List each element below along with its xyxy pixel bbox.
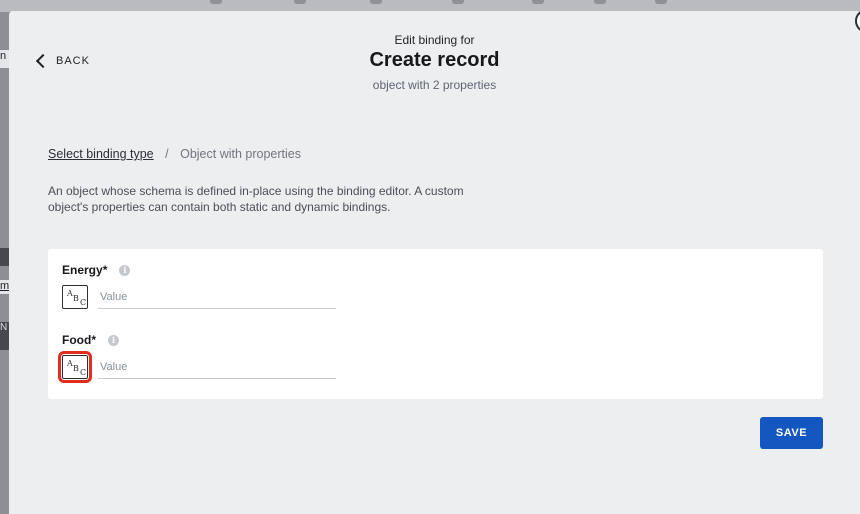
field-food: Food * i ABC [58,333,336,383]
modal-header: Edit binding for Create record object wi… [9,33,860,92]
modal-pretitle: Edit binding for [394,33,475,47]
edit-binding-modal: ✕ BACK Edit binding for Create record ob… [9,9,860,514]
abc-text-type-icon[interactable]: ABC [62,285,88,309]
breadcrumb: Select binding type / Object with proper… [48,147,301,161]
breadcrumb-separator: / [165,147,169,161]
info-icon[interactable]: i [108,334,119,346]
binding-description: An object whose schema is defined in-pla… [48,184,464,214]
abc-text-type-icon[interactable]: ABC [58,351,92,383]
breadcrumb-current: Object with properties [180,147,301,161]
required-mark: * [102,263,108,277]
field-row: ABC [58,351,336,383]
close-button[interactable]: ✕ [855,9,860,33]
energy-value-input[interactable] [98,285,336,309]
field-row: ABC [62,285,336,309]
required-mark: * [91,333,96,347]
modal-title: Create record [369,49,500,71]
food-value-input[interactable] [98,355,336,379]
properties-card: Energy* i ABC Food* i ABC [48,249,823,399]
info-icon[interactable]: i [119,264,131,276]
field-energy: Energy * i ABC [62,263,336,309]
save-button[interactable]: SAVE [760,417,823,449]
field-label-text: Energy [62,263,103,277]
field-label: Energy * i [62,263,336,277]
field-label: Food * i [62,333,336,347]
modal-subtitle: object with 2 properties [372,78,497,92]
breadcrumb-select-binding-type[interactable]: Select binding type [48,147,154,161]
field-label-text: Food [62,333,92,347]
